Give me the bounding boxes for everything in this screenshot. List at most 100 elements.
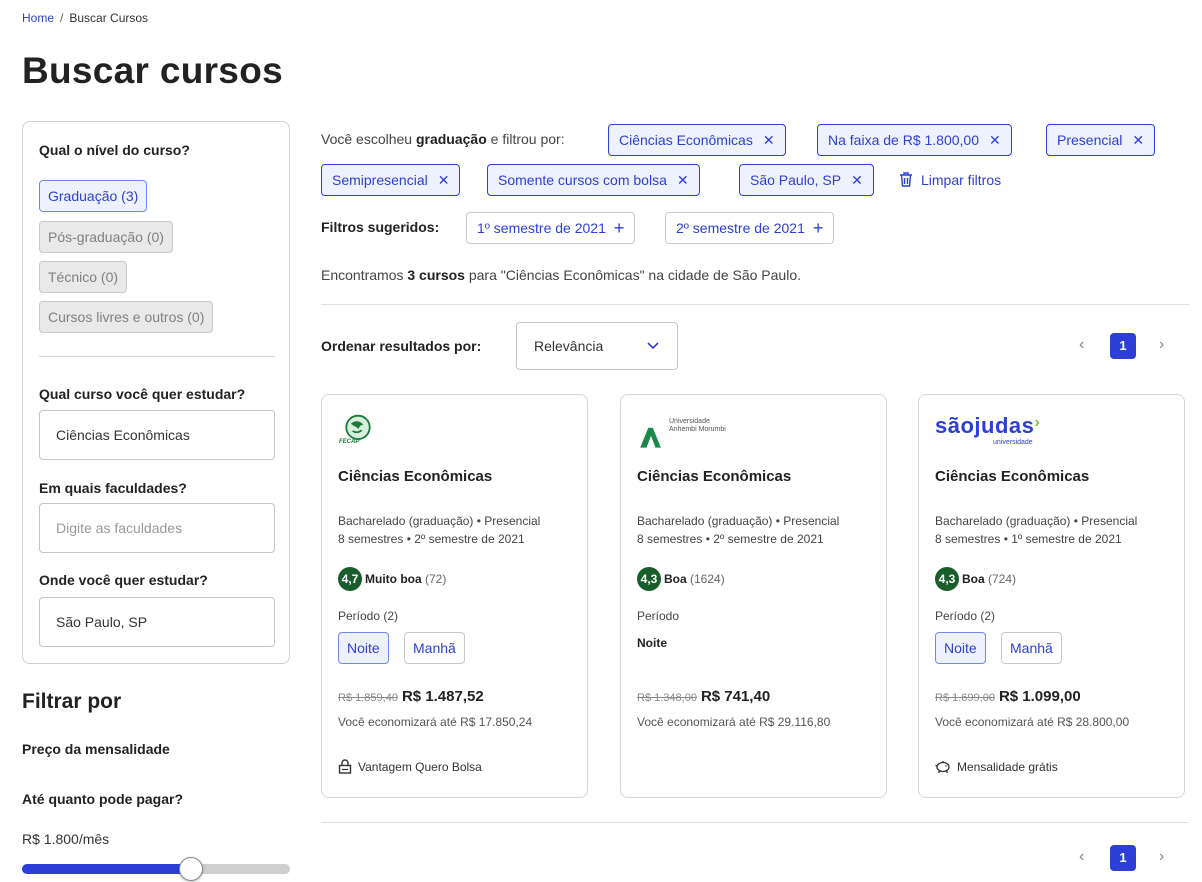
old-price: R$ 1.699,00 [935,692,995,704]
breadcrumb-home-link[interactable]: Home [22,11,54,25]
lock-icon [338,759,352,774]
course-desc-line1: Bacharelado (graduação) • Presencial [338,514,541,528]
rating-label: Boa [664,572,687,586]
old-price: R$ 1.348,00 [637,692,697,704]
period-option-noite[interactable]: Noite [935,632,986,664]
chosen-prefix: Você escolheu [321,131,416,147]
suggested-filter-1st-semester[interactable]: 1º semestre de 2021 + [466,212,636,244]
plus-icon: + [812,218,824,238]
savings-text: Você economizará até R$ 28.800,00 [935,715,1130,729]
course-name[interactable]: Ciências Econômicas [338,468,492,485]
period-label: Período [637,609,680,623]
rating-count: (72) [425,572,447,586]
price-filter-title: Preço da mensalidade [22,741,170,757]
divider [321,304,1189,305]
rating-count: (1624) [690,572,725,586]
found-count: 3 cursos [407,267,465,283]
chip-label: Na faixa de R$ 1.800,00 [828,132,979,148]
breadcrumb-current: Buscar Cursos [69,11,149,25]
rating-badge: 4,7 [338,567,362,591]
level-option-pos-graduacao[interactable]: Pós-graduação (0) [39,221,173,253]
period-option-manha[interactable]: Manhã [1001,632,1062,664]
remove-icon[interactable]: ✕ [763,132,775,148]
course-desc-line2: 8 semestres • 1º semestre de 2021 [935,532,1122,546]
remove-icon[interactable]: ✕ [1132,132,1144,148]
chip-label: Ciências Econômicas [619,132,753,148]
pagination-bottom: ‹ 1 › [1075,845,1175,871]
price: R$ 1.348,00 R$ 741,40 [637,688,770,705]
filter-chip-location[interactable]: São Paulo, SP ✕ [739,164,874,196]
level-option-graduacao[interactable]: Graduação (3) [39,180,148,212]
found-suffix: para "Ciências Econômicas" na cidade de … [464,267,801,283]
location-input[interactable]: São Paulo, SP [39,597,275,647]
course-card[interactable]: sãojudas› universidade Ciências Econômic… [918,394,1185,798]
saojudas-logo: sãojudas› [935,413,1040,439]
page-button-1[interactable]: 1 [1110,333,1136,359]
anhembi-logo [640,427,661,448]
search-panel: Qual o nível do curso? Graduação (3) Pós… [22,121,290,664]
remove-icon[interactable]: ✕ [438,172,450,188]
filter-chip-price[interactable]: Na faixa de R$ 1.800,00 ✕ [817,124,1012,156]
price: R$ 1.699,00 R$ 1.099,00 [935,688,1081,705]
found-prefix: Encontramos [321,267,408,283]
sort-select[interactable]: Relevância [516,322,678,370]
level-option-tecnico[interactable]: Técnico (0) [39,261,128,293]
suggested-filter-2nd-semester[interactable]: 2º semestre de 2021 + [665,212,835,244]
perk: Vantagem Quero Bolsa [338,759,482,774]
divider [321,822,1189,823]
period-option-noite[interactable]: Noite [338,632,389,664]
course-card[interactable]: FECAP Ciências Econômicas Bacharelado (g… [321,394,588,798]
saojudas-logo-sub: universidade [993,439,1033,446]
current-price: R$ 741,40 [700,688,771,705]
next-page-icon[interactable]: › [1159,336,1164,354]
savings-text: Você economizará até R$ 17.850,24 [338,715,533,729]
remove-icon[interactable]: ✕ [677,172,689,188]
piggy-bank-icon [935,761,950,773]
chip-label: Semipresencial [332,172,428,188]
clear-filters-button[interactable]: Limpar filtros [899,172,1001,188]
clear-filters-label: Limpar filtros [921,172,1002,188]
faculty-question: Em quais faculdades? [39,480,187,496]
sort-label: Ordenar resultados por: [321,338,482,354]
anhembi-logo-text: Universidade Anhembi Morumbi [669,418,726,434]
rating-count: (724) [988,572,1017,586]
price-value: R$ 1.800/mês [22,831,110,847]
filter-chip-bolsa[interactable]: Somente cursos com bolsa ✕ [487,164,700,196]
course-name[interactable]: Ciências Econômicas [935,468,1089,485]
rating-label: Muito boa [365,572,422,586]
filter-chip-course[interactable]: Ciências Econômicas ✕ [608,124,786,156]
perk-label: Vantagem Quero Bolsa [358,760,482,774]
period-option-manha[interactable]: Manhã [404,632,465,664]
price-slider-handle[interactable] [178,857,203,881]
rating: 4,3 Boa (724) [935,567,1016,591]
sort-value: Relevância [534,338,604,354]
level-option-cursos-livres[interactable]: Cursos livres e outros (0) [39,301,214,333]
next-page-icon[interactable]: › [1159,848,1164,866]
results-count-text: Encontramos 3 cursos para "Ciências Econ… [321,267,801,283]
price-slider-fill [22,864,191,874]
remove-icon[interactable]: ✕ [851,172,863,188]
panel-divider [39,356,275,357]
page-button-1[interactable]: 1 [1110,845,1136,871]
filter-chip-semipresencial[interactable]: Semipresencial ✕ [321,164,461,196]
chip-label: São Paulo, SP [750,172,842,188]
prev-page-icon[interactable]: ‹ [1079,336,1084,354]
filter-chip-presencial[interactable]: Presencial ✕ [1046,124,1156,156]
remove-icon[interactable]: ✕ [989,132,1001,148]
course-question: Qual curso você quer estudar? [39,386,246,402]
pagination-top: ‹ 1 › [1075,333,1175,359]
course-input[interactable]: Ciências Econômicas [39,410,275,460]
faculty-input[interactable]: Digite as faculdades [39,503,275,553]
current-price: R$ 1.487,52 [401,688,484,705]
course-card[interactable]: Universidade Anhembi Morumbi Ciências Eco… [620,394,887,798]
prev-page-icon[interactable]: ‹ [1079,848,1084,866]
chip-label: Presencial [1057,132,1123,148]
filter-title: Filtrar por [22,690,122,713]
chosen-level: graduação [415,131,487,147]
old-price: R$ 1.859,40 [338,692,398,704]
plus-icon: + [613,218,625,238]
logo-line2: Anhembi Morumbi [669,426,726,433]
breadcrumb-separator: / [60,11,64,25]
current-price: R$ 1.099,00 [998,688,1081,705]
course-name[interactable]: Ciências Econômicas [637,468,791,485]
